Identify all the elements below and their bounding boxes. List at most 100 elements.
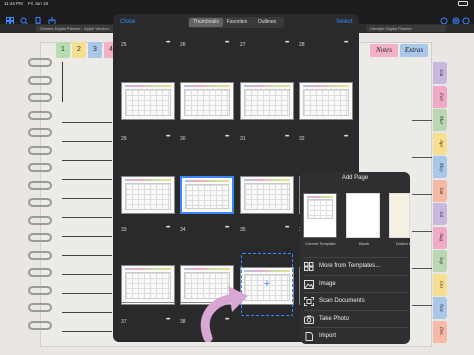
page-thumbnail[interactable]	[121, 176, 175, 214]
month-tab[interactable]: Sep	[433, 250, 447, 272]
scan-icon	[304, 297, 314, 306]
binder-ring	[28, 268, 52, 277]
close-button[interactable]: Close	[120, 19, 135, 25]
ruled-line	[62, 293, 112, 294]
doc-tab[interactable]: Lifestyle Digital Planner	[366, 25, 446, 32]
binder-ring	[28, 75, 52, 85]
month-tab[interactable]: Jul	[433, 203, 447, 225]
menu-item-scan[interactable]: Scan Documents	[304, 292, 408, 309]
page-number: 32	[299, 136, 305, 142]
month-tab[interactable]: Dec	[433, 320, 447, 343]
binder-ring	[28, 93, 52, 102]
menu-item-templates[interactable]: More from Templates...	[304, 257, 408, 274]
page-thumbnail[interactable]	[121, 265, 175, 303]
month-tab[interactable]: Feb	[433, 85, 447, 108]
status-time: 11:44 PM	[4, 1, 23, 6]
page-thumbnail[interactable]	[240, 176, 294, 214]
add-icon[interactable]	[452, 12, 460, 25]
page-number: 30	[180, 136, 186, 142]
month-tab[interactable]: Apr	[433, 132, 447, 155]
page-options-icon[interactable]: •••	[344, 40, 348, 46]
page-thumbnail[interactable]	[240, 82, 294, 120]
search-icon[interactable]	[20, 12, 28, 25]
month-tab[interactable]: Oct	[433, 273, 447, 296]
doc-tab[interactable]: GNotes Digital Planner - Apple Version	[36, 25, 116, 32]
ruled-line	[62, 160, 112, 161]
menu-item-label: Import	[319, 333, 337, 339]
binder-ring	[28, 215, 52, 225]
month-tab[interactable]: Mar	[433, 109, 447, 131]
week-tab[interactable]: 3	[88, 42, 102, 58]
month-tab[interactable]: Aug	[433, 226, 447, 249]
binder-ring	[28, 145, 52, 155]
page-thumbnail[interactable]	[121, 82, 175, 120]
bookmark-icon[interactable]	[34, 12, 42, 26]
tab-thumbnails[interactable]: Thumbnails	[189, 18, 223, 27]
page-options-icon[interactable]: •••	[344, 134, 348, 140]
binder-ring	[28, 163, 52, 172]
tab-favorites[interactable]: Favorites	[223, 18, 251, 27]
page-thumbnail[interactable]	[299, 82, 353, 120]
week-tab[interactable]: 1	[56, 42, 70, 58]
binder-ring	[28, 285, 52, 295]
notes-tab[interactable]: Notes	[370, 44, 398, 57]
menu-item-image[interactable]: Image	[304, 274, 408, 292]
binder-ring	[28, 250, 52, 260]
month-tab[interactable]: Jun	[433, 179, 447, 202]
pointer-arrow	[200, 286, 248, 342]
page-thumbnail[interactable]	[180, 82, 234, 120]
template-dotted[interactable]	[389, 193, 410, 238]
menu-item-camera[interactable]: Take Photo	[304, 309, 408, 327]
import-icon	[304, 332, 314, 341]
library-icon[interactable]	[6, 12, 14, 25]
share-icon[interactable]	[48, 12, 56, 25]
battery-icon	[458, 1, 468, 6]
ruled-line	[412, 231, 432, 232]
binder-ring	[28, 128, 52, 137]
binder-ring	[28, 58, 52, 67]
page-options-icon[interactable]: •••	[225, 225, 229, 231]
menu-item-label: Scan Documents	[319, 298, 365, 304]
month-tab[interactable]: Jan	[433, 62, 447, 84]
divider-line	[62, 62, 63, 102]
ruled-line	[412, 268, 432, 269]
menu-item-label: Take Photo	[319, 315, 350, 322]
binder-ring	[28, 180, 52, 190]
select-button[interactable]: Select	[336, 19, 353, 25]
add-page-title: Add Page	[341, 175, 369, 181]
undo-icon[interactable]	[440, 12, 448, 25]
month-tab[interactable]: Nov	[433, 297, 447, 319]
page-options-icon[interactable]: •••	[225, 134, 229, 140]
week-tab[interactable]: 2	[72, 42, 86, 58]
page-options-icon[interactable]: •••	[166, 134, 170, 140]
template-blank[interactable]	[346, 193, 380, 238]
page-options-icon[interactable]: •••	[285, 225, 289, 231]
page-options-icon[interactable]: •••	[225, 40, 229, 46]
page-number: 35	[240, 227, 246, 233]
page-options-icon[interactable]: •••	[285, 40, 289, 46]
extras-tab[interactable]: Extras	[400, 44, 428, 57]
menu-item-import[interactable]: Import	[304, 327, 408, 344]
page-options-icon[interactable]: •••	[166, 225, 170, 231]
page-number: 38	[180, 319, 186, 325]
page-thumbnail[interactable]	[180, 176, 234, 214]
page-number: 25	[121, 42, 127, 48]
page-number: 37	[121, 319, 127, 325]
tab-outlines[interactable]: Outlines	[251, 18, 283, 27]
ruled-line	[62, 274, 112, 275]
ruled-line	[62, 217, 112, 218]
page-number: 31	[240, 136, 246, 142]
menu-item-label: More from Templates...	[319, 263, 381, 269]
page-number: 26	[180, 42, 186, 48]
ruled-line	[62, 255, 112, 256]
ruled-line	[412, 194, 432, 195]
ruled-line	[62, 312, 112, 313]
camera-icon	[304, 315, 314, 324]
month-tab[interactable]: May	[433, 156, 447, 178]
page-options-icon[interactable]: •••	[166, 40, 170, 46]
template-current[interactable]	[303, 193, 337, 238]
ruled-line	[62, 198, 112, 199]
page-options-icon[interactable]: •••	[285, 134, 289, 140]
more-icon[interactable]	[462, 12, 470, 25]
page-options-icon[interactable]: •••	[166, 317, 170, 323]
